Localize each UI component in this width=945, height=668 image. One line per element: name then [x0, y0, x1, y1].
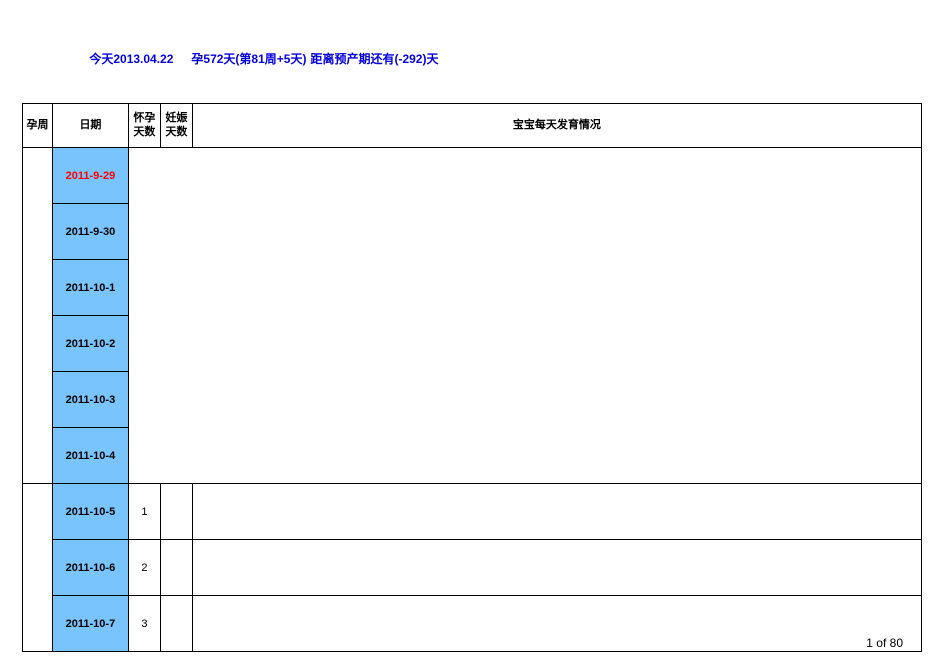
gest-days-cell: [160, 484, 192, 540]
header-date: 日期: [52, 104, 128, 148]
header-preg-days: 怀孕 天数: [128, 104, 160, 148]
desc-cell: [192, 596, 921, 652]
title-today: 今天2013.04.22: [89, 52, 173, 66]
header-gest-days-l1: 妊娠: [165, 112, 187, 125]
table-row: 2011-9-29: [23, 148, 922, 204]
merged-empty-cell: [128, 148, 921, 484]
page-container: 今天2013.04.22 孕572天(第81周+5天) 距离预产期还有(-292)天…: [0, 0, 945, 652]
date-cell: 2011-9-29: [52, 148, 128, 204]
preg-days-cell: 1: [128, 484, 160, 540]
preg-days-cell: 2: [128, 540, 160, 596]
header-preg-days-l1: 怀孕: [133, 112, 155, 125]
date-cell: 2011-10-1: [52, 260, 128, 316]
header-gest-days: 妊娠 天数: [160, 104, 192, 148]
header-preg-days-l2: 天数: [133, 126, 155, 139]
week-cell: [23, 148, 53, 484]
table-row: 2011-10-73: [23, 596, 922, 652]
gest-days-cell: [160, 540, 192, 596]
table-header-row: 孕周 日期 怀孕 天数 妊娠 天数 宝宝每天发育情况: [23, 104, 922, 148]
date-cell: 2011-10-2: [52, 316, 128, 372]
desc-cell: [192, 484, 921, 540]
date-cell: 2011-10-3: [52, 372, 128, 428]
date-cell: 2011-9-30: [52, 204, 128, 260]
header-gest-days-l2: 天数: [165, 126, 187, 139]
pregnancy-table: 孕周 日期 怀孕 天数 妊娠 天数 宝宝每天发育情况: [22, 103, 922, 652]
gest-days-cell: [160, 596, 192, 652]
week-cell: [23, 484, 53, 652]
page-footer: 1 of 80: [866, 636, 903, 650]
desc-cell: [192, 540, 921, 596]
table-wrapper: 孕周 日期 怀孕 天数 妊娠 天数 宝宝每天发育情况: [22, 103, 923, 652]
title-preg-days: 孕572天(第81周+5天): [191, 52, 306, 66]
title-due-remaining: 距离预产期还有(-292)天: [310, 52, 438, 66]
table-row: 2011-10-62: [23, 540, 922, 596]
date-cell: 2011-10-5: [52, 484, 128, 540]
date-cell: 2011-10-4: [52, 428, 128, 484]
preg-days-cell: 3: [128, 596, 160, 652]
header-week: 孕周: [23, 104, 53, 148]
header-desc: 宝宝每天发育情况: [192, 104, 921, 148]
date-cell: 2011-10-6: [52, 540, 128, 596]
table-row: 2011-10-51: [23, 484, 922, 540]
date-cell: 2011-10-7: [52, 596, 128, 652]
title-line: 今天2013.04.22 孕572天(第81周+5天) 距离预产期还有(-292)天: [22, 36, 923, 81]
table-body: 2011-9-292011-9-302011-10-12011-10-22011…: [23, 148, 922, 652]
